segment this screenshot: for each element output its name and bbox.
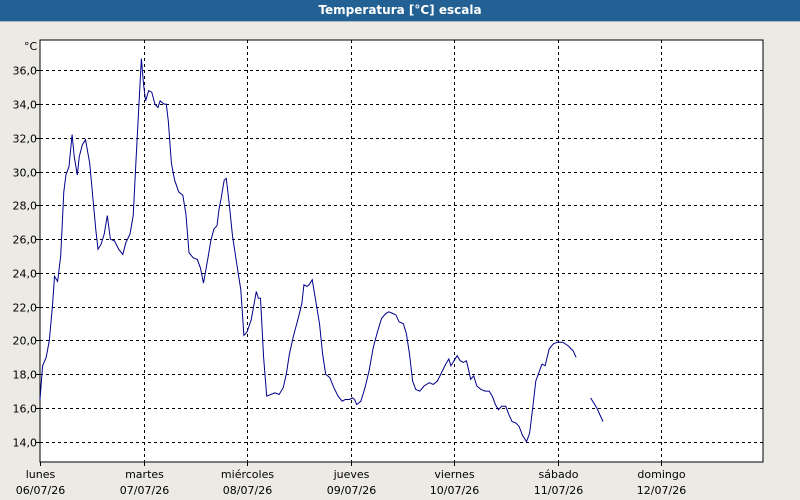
y-tick-label: 34,0: [13, 99, 38, 112]
y-tick-label: 14,0: [13, 437, 38, 450]
chart-svg: °C 14,0 16,0 18,0 20,0 22,0 24,0 26,0 28,0 30,0 3…: [13, 39, 764, 497]
y-tick-label: 22,0: [13, 302, 38, 315]
y-tick-labels: 14,0 16,0 18,0 20,0 22,0 24,0 26,0 28,0 30,0 32,0…: [13, 65, 40, 450]
y-tick-label: 24,0: [13, 268, 38, 281]
y-tick-label: 30,0: [13, 167, 38, 180]
y-tick-label: 16,0: [13, 403, 38, 416]
y-tick-label: 20,0: [13, 335, 38, 348]
x-tick-day: martes: [125, 468, 164, 481]
x-tick-date: 06/07/26: [16, 484, 65, 497]
plot-area: [40, 40, 763, 462]
x-tick-date: 10/07/26: [430, 484, 479, 497]
x-tick-day: miércoles: [221, 468, 274, 481]
x-tick-day: jueves: [333, 468, 370, 481]
x-tick-labels: lunes 06/07/26 martes 07/07/26 miércoles 08/0…: [16, 462, 686, 497]
x-tick-day: viernes: [434, 468, 474, 481]
x-tick-date: 11/07/26: [534, 484, 583, 497]
y-axis-unit-label: °C: [24, 40, 38, 53]
x-tick-date: 09/07/26: [327, 484, 376, 497]
y-tick-label: 36,0: [13, 65, 38, 78]
x-tick-day: lunes: [26, 468, 56, 481]
x-tick-date: 12/07/26: [637, 484, 686, 497]
x-tick-date: 08/07/26: [223, 484, 272, 497]
x-tick-day: domingo: [637, 468, 685, 481]
x-tick-date: 07/07/26: [120, 484, 169, 497]
y-tick-label: 18,0: [13, 369, 38, 382]
x-tick-day: sábado: [539, 468, 579, 481]
y-tick-label: 28,0: [13, 200, 38, 213]
y-tick-label: 32,0: [13, 133, 38, 146]
y-tick-label: 26,0: [13, 234, 38, 247]
